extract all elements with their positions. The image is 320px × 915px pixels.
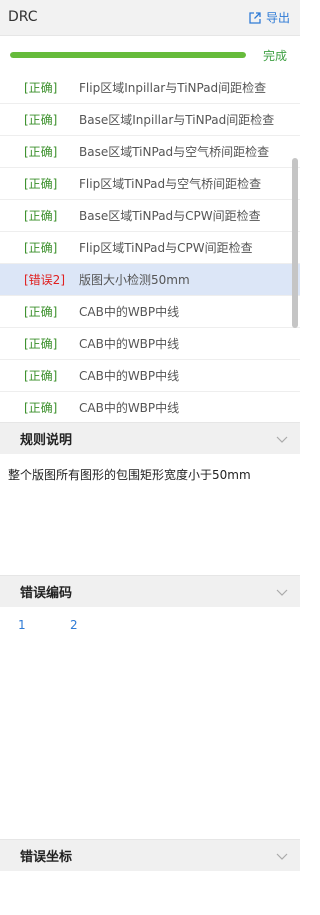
rule-name: Flip区域Inpillar与TiNPad间距检查 bbox=[79, 81, 267, 95]
rule-name: 版图大小检测50mm bbox=[79, 273, 190, 287]
rule-name: CAB中的WBP中线 bbox=[79, 337, 180, 351]
rule-row[interactable]: [正确] CAB中的WBP中线 bbox=[0, 392, 300, 422]
error-code-link[interactable]: 2 bbox=[70, 618, 78, 632]
rule-status: [正确] bbox=[24, 401, 58, 415]
rule-row[interactable]: [正确] Base区域TiNPad与空气桥间距检查 bbox=[0, 136, 300, 168]
rule-row[interactable]: [错误2] 版图大小检测50mm bbox=[0, 264, 300, 296]
section-title: 规则说明 bbox=[20, 433, 73, 448]
rule-row[interactable]: [正确] CAB中的WBP中线 bbox=[0, 296, 300, 328]
progress-bar bbox=[10, 52, 246, 58]
rule-status: [正确] bbox=[24, 145, 58, 159]
rule-status: [正确] bbox=[24, 369, 58, 383]
rule-name: CAB中的WBP中线 bbox=[79, 369, 180, 383]
progress-section: 完成 bbox=[0, 36, 300, 72]
rule-name: Base区域Inpillar与TiNPad间距检查 bbox=[79, 113, 275, 127]
rule-row[interactable]: [正确] CAB中的WBP中线 bbox=[0, 360, 300, 392]
rule-status: [正确] bbox=[24, 113, 58, 127]
section-title: 错误坐标 bbox=[20, 850, 73, 865]
rule-status: [正确] bbox=[24, 337, 58, 351]
rule-status: [正确] bbox=[24, 209, 58, 223]
section-error-coordinates[interactable]: 错误坐标 bbox=[0, 839, 300, 871]
rule-status: [错误2] bbox=[24, 273, 65, 287]
section-title: 错误编码 bbox=[20, 586, 73, 601]
progress-status: 完成 bbox=[263, 49, 288, 63]
chevron-down-icon bbox=[276, 853, 288, 860]
rule-name: Flip区域TiNPad与空气桥间距检查 bbox=[79, 177, 262, 191]
header-bar: DRC 导出 bbox=[0, 0, 300, 36]
rule-name: Base区域TiNPad与空气桥间距检查 bbox=[79, 145, 270, 159]
rule-name: Flip区域TiNPad与CPW间距检查 bbox=[79, 241, 253, 255]
chevron-down-icon bbox=[276, 436, 288, 443]
section-error-codes[interactable]: 错误编码 bbox=[0, 575, 300, 607]
rule-name: Base区域TiNPad与CPW间距检查 bbox=[79, 209, 261, 223]
rule-description-text: 整个版图所有图形的包围矩形宽度小于50mm bbox=[8, 468, 251, 482]
rule-list[interactable]: [正确] Flip区域Inpillar与TiNPad间距检查 [正确] Base区域I… bbox=[0, 72, 300, 422]
rule-status: [正确] bbox=[24, 241, 58, 255]
rule-row[interactable]: [正确] Flip区域TiNPad与CPW间距检查 bbox=[0, 232, 300, 264]
rule-name: CAB中的WBP中线 bbox=[79, 401, 180, 415]
panel-title: DRC bbox=[8, 9, 38, 25]
rule-row[interactable]: [正确] CAB中的WBP中线 bbox=[0, 328, 300, 360]
rule-name: CAB中的WBP中线 bbox=[79, 305, 180, 319]
progress-fill bbox=[10, 52, 246, 58]
rule-row[interactable]: [正确] Base区域Inpillar与TiNPad间距检查 bbox=[0, 104, 300, 136]
section-rule-description[interactable]: 规则说明 bbox=[0, 422, 300, 454]
rule-row[interactable]: [正确] Base区域TiNPad与CPW间距检查 bbox=[0, 200, 300, 232]
rule-status: [正确] bbox=[24, 81, 58, 95]
rule-list-scrollbar[interactable] bbox=[292, 158, 298, 328]
rule-status: [正确] bbox=[24, 177, 58, 191]
export-label: 导出 bbox=[265, 11, 290, 25]
error-code-link[interactable]: 1 bbox=[18, 618, 26, 632]
export-icon bbox=[249, 11, 261, 24]
rule-status: [正确] bbox=[24, 305, 58, 319]
rule-row[interactable]: [正确] Flip区域TiNPad与空气桥间距检查 bbox=[0, 168, 300, 200]
rule-row[interactable]: [正确] Flip区域Inpillar与TiNPad间距检查 bbox=[0, 72, 300, 104]
export-button[interactable]: 导出 bbox=[248, 9, 290, 26]
chevron-down-icon bbox=[276, 589, 288, 596]
